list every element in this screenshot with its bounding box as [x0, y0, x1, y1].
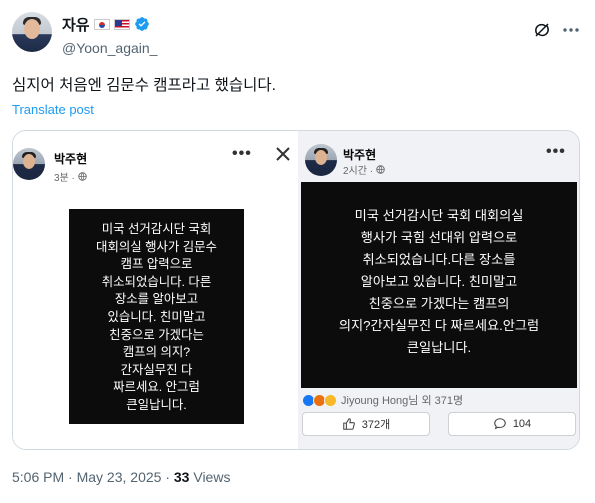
post-text-line: 취소되었습니다. 다른	[101, 274, 212, 289]
like-count-button: 372개	[302, 412, 430, 436]
post-text-line: 미국 선거감시단 국회 대회의실	[354, 208, 524, 223]
close-icon	[276, 147, 290, 161]
kr-flag-icon	[93, 18, 110, 30]
post-text-line: 알아보고 있습니다. 친미말고	[360, 274, 518, 289]
post-text-line: 캠프 압력으로	[120, 257, 193, 272]
post-more-icon: •••	[232, 145, 252, 162]
tweet-metadata: 5:06 PM · May 23, 2025 · 33 Views	[12, 469, 230, 485]
left-post-screenshot[interactable]: 박주현 3분 · ••• 미국 선거감시단 국회대회의실 행사가 김문수캠프 압…	[13, 131, 294, 449]
tweet-media[interactable]: 박주현 3분 · ••• 미국 선거감시단 국회대회의실 행사가 김문수캠프 압…	[12, 130, 580, 450]
post-text-line: 행사가 국힘 선대위 압력으로	[360, 230, 518, 245]
post-text-line: 캠프의 의지?	[122, 345, 191, 360]
post-more-icon: •••	[546, 143, 566, 160]
author-avatar[interactable]	[12, 12, 52, 52]
post-author-avatar	[305, 144, 337, 176]
comment-count: 104	[512, 418, 532, 430]
reactions-text: Jiyoung Hong님 외 371명	[341, 395, 464, 407]
thumbs-up-icon	[342, 418, 355, 430]
post-text-line: 친중으로 가겠다는	[109, 327, 204, 342]
globe-icon	[376, 165, 385, 174]
translate-post-link[interactable]: Translate post	[12, 102, 94, 117]
tweet-time[interactable]: 5:06 PM	[12, 469, 64, 485]
post-time: 2시간 ·	[343, 162, 385, 177]
more-options-icon[interactable]	[560, 20, 582, 40]
author-name-row: 자유	[62, 14, 150, 34]
post-time: 3분 ·	[54, 169, 87, 184]
separator: ·	[161, 469, 174, 485]
globe-icon	[78, 172, 87, 181]
post-text-line: 간자실무진 다	[120, 362, 193, 377]
post-author-name: 박주현	[54, 152, 88, 166]
right-post-screenshot[interactable]: 박주현 2시간 · ••• 미국 선거감시단 국회 대회의실행사가 국힘 선대위…	[298, 131, 579, 449]
post-text-line: 짜르세요. 안그럼	[113, 380, 200, 395]
author-handle[interactable]: @Yoon_again_	[62, 40, 157, 56]
post-text-card: 미국 선거감시단 국회대회의실 행사가 김문수캠프 압력으로취소되었습니다. 다…	[69, 209, 244, 424]
tweet-date[interactable]: May 23, 2025	[77, 469, 162, 485]
grok-icon[interactable]	[533, 21, 551, 39]
views-label: Views	[189, 469, 231, 485]
post-text-card: 미국 선거감시단 국회 대회의실행사가 국힘 선대위 압력으로취소되었습니다.다…	[301, 182, 577, 388]
post-text-line: 의지?간자실무진 다 짜르세요.안그럼	[338, 318, 540, 333]
wow-reaction-icon	[324, 393, 337, 407]
post-time-label: 3분 ·	[54, 173, 75, 184]
avatar-face	[24, 19, 40, 39]
comment-icon	[494, 418, 506, 430]
post-text-line: 친중으로 가겠다는 캠프의	[368, 296, 510, 311]
post-text-line: 취소되었습니다.다른 장소를	[362, 252, 516, 267]
author-display-name[interactable]: 자유	[62, 14, 90, 35]
tweet-text: 심지어 처음엔 김문수 캠프라고 했습니다.	[12, 77, 276, 94]
post-text-line: 미국 선거감시단 국회	[101, 222, 212, 236]
post-text-line: 큰일납니다.	[126, 398, 187, 412]
views-count: 33	[173, 469, 190, 485]
post-text-line: 대회의실 행사가 김문수	[96, 239, 217, 254]
us-flag-icon	[113, 18, 130, 30]
like-count: 372개	[361, 419, 391, 431]
post-author-avatar	[13, 148, 45, 180]
post-time-label: 2시간 ·	[343, 166, 374, 177]
post-text-line: 장소를 알아보고	[114, 292, 199, 307]
separator: ·	[64, 469, 77, 485]
comment-count-button: 104	[448, 412, 576, 436]
post-text-line: 있습니다. 친미말고	[107, 310, 206, 324]
post-text-line: 큰일납니다.	[406, 340, 472, 355]
post-author-name: 박주현	[343, 148, 377, 162]
reactions-summary: Jiyoung Hong님 외 371명	[302, 393, 463, 407]
verified-badge-icon	[134, 17, 149, 31]
